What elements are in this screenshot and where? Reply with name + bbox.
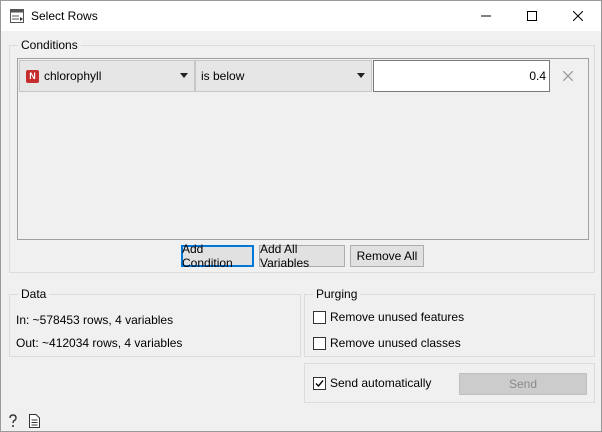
operator-combo-label: is below: [201, 69, 245, 83]
variable-combo[interactable]: N chlorophyll: [19, 60, 195, 92]
conditions-list: N chlorophyll is below: [17, 58, 589, 240]
add-condition-button[interactable]: Add Condition: [181, 242, 254, 270]
checkbox-box[interactable]: [313, 310, 326, 324]
chevron-down-icon: [357, 73, 365, 78]
condition-row: N chlorophyll is below: [19, 60, 589, 92]
remove-unused-classes-checkbox[interactable]: Remove unused classes: [313, 336, 461, 350]
help-icon[interactable]: [6, 414, 20, 428]
close-icon[interactable]: [555, 1, 601, 31]
remove-condition-icon[interactable]: [560, 68, 576, 84]
data-in-info: In: ~578453 rows, 4 variables: [16, 313, 174, 327]
checkbox-box[interactable]: [313, 336, 326, 350]
data-group: Data In: ~578453 rows, 4 variables Out: …: [9, 287, 301, 357]
minimize-icon[interactable]: [463, 1, 509, 31]
condition-value-input[interactable]: [373, 60, 550, 92]
remove-all-button[interactable]: Remove All: [350, 245, 424, 267]
send-automatically-checkbox[interactable]: Send automatically: [313, 376, 431, 390]
numeric-variable-icon: N: [26, 69, 39, 83]
variable-combo-label: chlorophyll: [44, 69, 102, 83]
select-rows-widget-icon: [10, 9, 24, 23]
checkbox-label: Remove unused classes: [330, 336, 461, 350]
checkbox-box[interactable]: [313, 376, 326, 390]
purging-group: Purging Remove unused features Remove un…: [304, 287, 595, 357]
select-rows-window: Select Rows Conditions N chlorophyll is …: [0, 0, 602, 432]
window-title: Select Rows: [31, 9, 98, 23]
send-group: Send automatically Send: [304, 363, 595, 403]
conditions-group: Conditions N chlorophyll is below: [9, 38, 595, 273]
add-all-variables-button[interactable]: Add All Variables: [259, 242, 345, 270]
data-group-title: Data: [18, 287, 50, 301]
conditions-group-title: Conditions: [18, 38, 81, 52]
send-button[interactable]: Send: [459, 373, 587, 395]
purging-group-title: Purging: [313, 287, 361, 301]
report-icon[interactable]: [27, 414, 41, 428]
maximize-icon[interactable]: [509, 1, 555, 31]
title-bar[interactable]: Select Rows: [1, 1, 601, 31]
chevron-down-icon: [180, 73, 188, 78]
checkbox-label: Remove unused features: [330, 310, 465, 324]
checkmark-icon: [315, 379, 324, 387]
operator-combo[interactable]: is below: [195, 60, 372, 92]
remove-unused-features-checkbox[interactable]: Remove unused features: [313, 310, 464, 324]
checkbox-label: Send automatically: [330, 376, 432, 390]
data-out-info: Out: ~412034 rows, 4 variables: [16, 336, 183, 350]
